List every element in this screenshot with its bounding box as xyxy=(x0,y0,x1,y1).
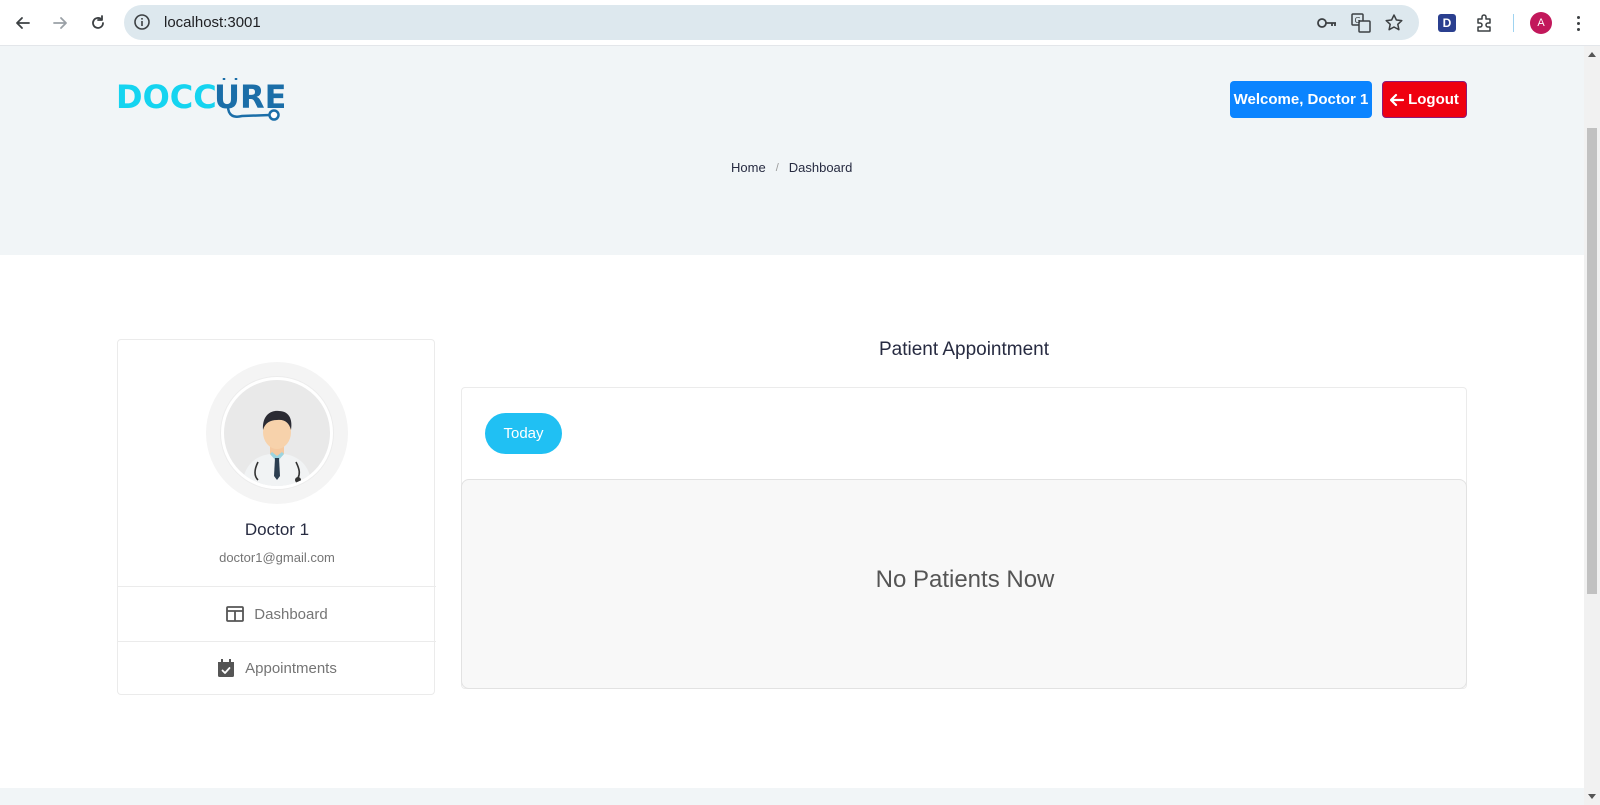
today-filter-button[interactable]: Today xyxy=(485,413,562,454)
forward-icon[interactable] xyxy=(46,9,74,37)
translate-icon[interactable]: G xyxy=(1351,13,1371,33)
sidebar-item-appointments[interactable]: Appointments xyxy=(118,641,436,695)
sidebar-item-label: Dashboard xyxy=(254,605,328,623)
doctor-email: doctor1@gmail.com xyxy=(219,550,335,565)
scroll-up-icon[interactable] xyxy=(1588,52,1596,57)
sidebar-item-dashboard[interactable]: Dashboard xyxy=(118,587,436,641)
back-icon[interactable] xyxy=(9,9,37,37)
empty-state-message: No Patients Now xyxy=(875,566,1055,593)
extension-d-icon[interactable]: D xyxy=(1436,12,1458,34)
page-scrollbar[interactable] xyxy=(1584,46,1600,805)
stethoscope-icon xyxy=(268,109,280,121)
breadcrumb-separator: / xyxy=(775,161,779,174)
page-title: Patient Appointment xyxy=(878,339,1050,360)
svg-text:G: G xyxy=(1355,16,1361,25)
browser-menu-icon[interactable] xyxy=(1572,12,1584,34)
scrollbar-thumb[interactable] xyxy=(1587,128,1597,594)
logo-graphic: DOCC URE xyxy=(116,78,284,121)
calendar-check-icon xyxy=(217,659,235,677)
profile-avatar[interactable]: A xyxy=(1530,12,1552,34)
profile-sidebar: Doctor 1 doctor1@gmail.com Dashboard App… xyxy=(117,339,436,695)
password-key-icon[interactable] xyxy=(1317,13,1337,33)
columns-icon xyxy=(226,605,245,623)
extensions-puzzle-icon[interactable] xyxy=(1473,12,1495,34)
scroll-down-icon[interactable] xyxy=(1588,794,1596,799)
empty-state: No Patients Now xyxy=(461,479,1467,689)
sidebar-item-label: Appointments xyxy=(245,659,337,677)
logout-label: Logout xyxy=(1408,91,1459,108)
site-info-icon[interactable] xyxy=(133,13,151,31)
avatar xyxy=(206,362,348,504)
reload-icon[interactable] xyxy=(84,9,112,37)
breadcrumb-home[interactable]: Home xyxy=(731,160,766,175)
arrow-left-icon xyxy=(1390,93,1405,106)
extension-d-label: D xyxy=(1438,14,1456,32)
breadcrumb: Home / Dashboard xyxy=(731,160,852,175)
logo-text-part1: DOCC xyxy=(116,78,217,116)
page-footer xyxy=(0,788,1584,805)
welcome-button[interactable]: Welcome, Doctor 1 xyxy=(1230,81,1372,118)
logout-button[interactable]: Logout xyxy=(1382,81,1467,118)
breadcrumb-current: Dashboard xyxy=(788,160,853,175)
doctor-name: Doctor 1 xyxy=(244,520,310,539)
doctor-avatar-icon xyxy=(221,377,333,489)
browser-toolbar: localhost:3001 G D A xyxy=(0,0,1600,46)
doccure-logo[interactable]: DOCC URE xyxy=(116,78,284,122)
url-text[interactable]: localhost:3001 xyxy=(164,14,261,31)
address-bar[interactable]: localhost:3001 G xyxy=(124,5,1419,40)
bookmark-star-icon[interactable] xyxy=(1384,13,1404,33)
toolbar-separator xyxy=(1513,14,1514,32)
